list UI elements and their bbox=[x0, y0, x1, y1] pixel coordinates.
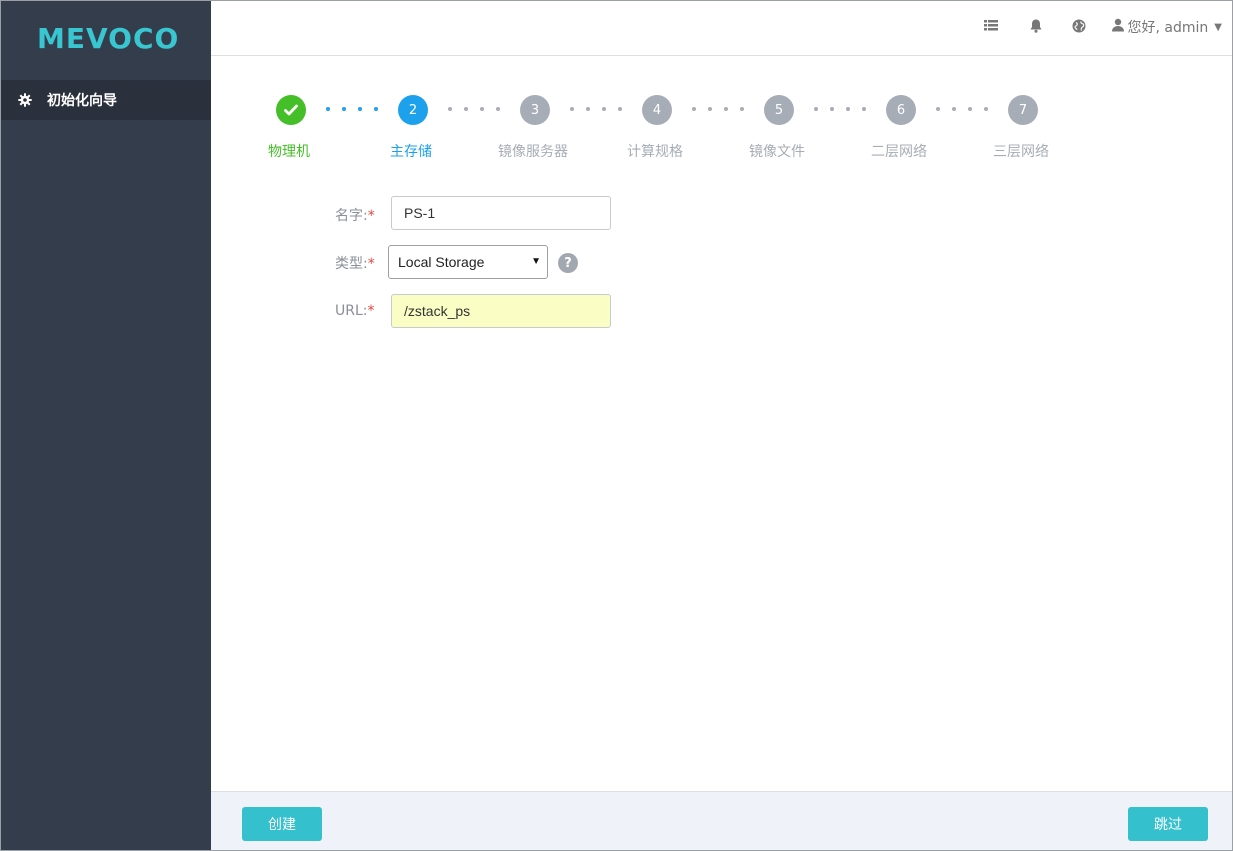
required-mark: * bbox=[367, 256, 375, 272]
step-connector-dot bbox=[984, 107, 988, 111]
bell-icon[interactable] bbox=[1028, 18, 1044, 34]
user-menu[interactable]: 您好, admin ▼ bbox=[1111, 18, 1222, 36]
dropdown-arrow-icon: ▼ bbox=[531, 256, 541, 267]
step-connector-dot bbox=[618, 107, 622, 111]
help-icon-glyph: ? bbox=[564, 255, 572, 271]
help-icon[interactable]: ? bbox=[558, 253, 578, 273]
step-label-7: 三层网络 bbox=[993, 144, 1049, 160]
required-mark: * bbox=[367, 303, 375, 319]
step-4-circle: 4 bbox=[642, 95, 672, 125]
step-connector-dot bbox=[602, 107, 606, 111]
step-connector-dot bbox=[326, 107, 330, 111]
step-connector-dot bbox=[692, 107, 696, 111]
step-connector-dot bbox=[448, 107, 452, 111]
step-connector-dot bbox=[708, 107, 712, 111]
create-button[interactable]: 创建 bbox=[242, 807, 322, 841]
step-number: 2 bbox=[408, 102, 418, 118]
name-input[interactable]: PS-1 bbox=[391, 196, 611, 230]
sidebar-item-init-wizard[interactable]: 初始化向导 bbox=[1, 80, 211, 120]
step-label-2: 主存储 bbox=[390, 144, 432, 160]
step-connector-dot bbox=[936, 107, 940, 111]
step-connector-dot bbox=[464, 107, 468, 111]
name-input-value: PS-1 bbox=[404, 205, 436, 221]
step-number: 4 bbox=[652, 102, 662, 118]
top-header: 您好, admin ▼ bbox=[211, 1, 1232, 56]
globe-icon[interactable] bbox=[1071, 18, 1087, 34]
step-label-5: 镜像文件 bbox=[749, 144, 805, 160]
user-icon bbox=[1111, 18, 1125, 36]
step-6-circle: 6 bbox=[886, 95, 916, 125]
user-greeting: 您好, admin bbox=[1127, 20, 1209, 36]
logo-text: MEVOCO bbox=[37, 21, 180, 55]
step-number: 7 bbox=[1018, 102, 1028, 118]
chevron-down-icon: ▼ bbox=[1214, 21, 1222, 33]
step-connector-dot bbox=[830, 107, 834, 111]
step-3-circle: 3 bbox=[520, 95, 550, 125]
step-connector-dot bbox=[968, 107, 972, 111]
step-connector-dot bbox=[480, 107, 484, 111]
step-2-circle: 2 bbox=[398, 95, 428, 125]
type-label-text: 类型: bbox=[335, 256, 368, 272]
sidebar-item-label: 初始化向导 bbox=[47, 93, 117, 109]
url-input-value: /zstack_ps bbox=[404, 303, 471, 319]
type-label: 类型:* bbox=[335, 253, 375, 273]
skip-button[interactable]: 跳过 bbox=[1128, 807, 1208, 841]
url-input[interactable]: /zstack_ps bbox=[391, 294, 611, 328]
step-5-circle: 5 bbox=[764, 95, 794, 125]
step-connector-dot bbox=[586, 107, 590, 111]
step-connector-dot bbox=[724, 107, 728, 111]
list-icon[interactable] bbox=[983, 18, 999, 34]
step-label-4: 计算规格 bbox=[627, 144, 683, 160]
logo: MEVOCO bbox=[37, 21, 180, 55]
step-connector-dot bbox=[814, 107, 818, 111]
gear-icon bbox=[18, 93, 32, 107]
step-connector-dot bbox=[740, 107, 744, 111]
name-label: 名字:* bbox=[335, 205, 375, 225]
step-number: 5 bbox=[774, 102, 784, 118]
url-label-text: URL: bbox=[335, 303, 368, 319]
step-1-circle bbox=[276, 95, 306, 125]
step-connector-dot bbox=[496, 107, 500, 111]
step-label-6: 二层网络 bbox=[871, 144, 927, 160]
step-number: 6 bbox=[896, 102, 906, 118]
step-connector-dot bbox=[952, 107, 956, 111]
required-mark: * bbox=[367, 208, 375, 224]
step-connector-dot bbox=[570, 107, 574, 111]
footer-bar: 创建 跳过 bbox=[211, 791, 1232, 850]
step-connector-dot bbox=[862, 107, 866, 111]
check-icon bbox=[284, 104, 298, 116]
step-connector-dot bbox=[846, 107, 850, 111]
sidebar: MEVOCO 初始化向导 bbox=[1, 1, 211, 850]
step-connector-dot bbox=[358, 107, 362, 111]
step-label-1: 物理机 bbox=[268, 144, 310, 160]
step-7-circle: 7 bbox=[1008, 95, 1038, 125]
type-select-value: Local Storage bbox=[398, 254, 485, 270]
step-number: 3 bbox=[530, 102, 540, 118]
step-connector-dot bbox=[374, 107, 378, 111]
step-label-3: 镜像服务器 bbox=[498, 144, 568, 160]
url-label: URL:* bbox=[335, 303, 375, 319]
name-label-text: 名字: bbox=[335, 208, 368, 224]
step-connector-dot bbox=[342, 107, 346, 111]
type-select[interactable]: Local Storage ▼ bbox=[388, 245, 548, 279]
